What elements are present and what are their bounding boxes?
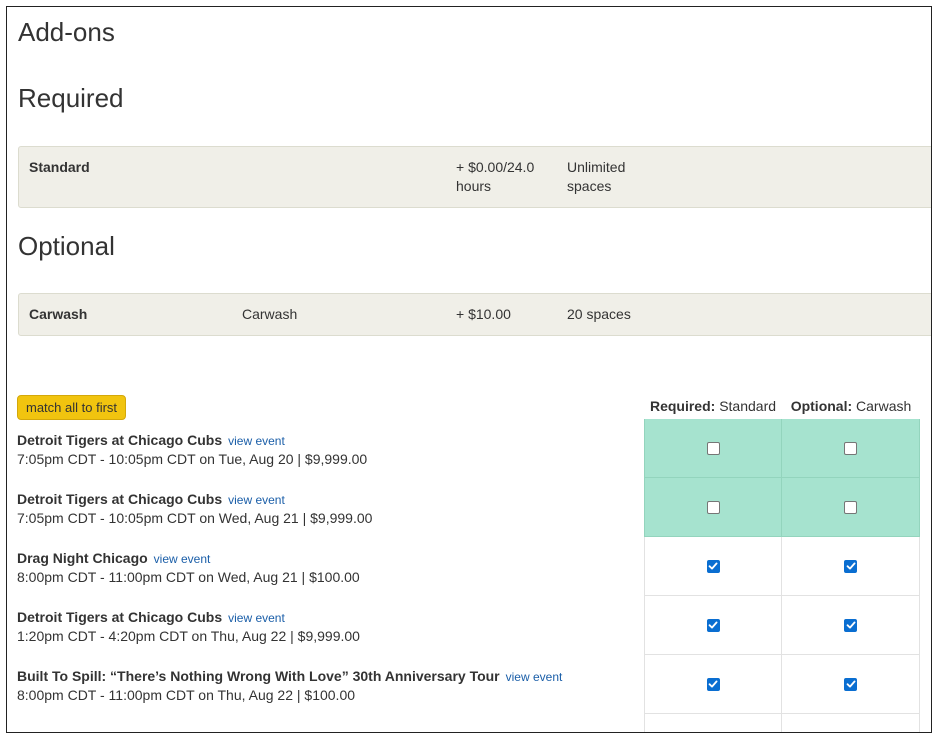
event-detail: 7:05pm CDT - 10:05pm CDT on Tue, Aug 20 …	[17, 451, 368, 467]
required-heading: Required	[18, 83, 124, 113]
view-event-link[interactable]: view event	[228, 434, 285, 448]
addon-price: + $0.00/24.0 hours	[456, 158, 534, 196]
required-addon-cell	[644, 478, 782, 537]
view-event-link[interactable]: view event	[228, 611, 285, 625]
event-title: Drag Night Chicago	[17, 550, 148, 566]
event-item: Built To Spill: “There’s Nothing Wrong W…	[17, 668, 562, 703]
event-detail: 8:00pm CDT - 11:00pm CDT on Wed, Aug 21 …	[17, 569, 360, 585]
column-prefix: Optional:	[790, 398, 853, 414]
optional-addon-cell	[782, 596, 920, 655]
view-event-link[interactable]: view event	[154, 552, 211, 566]
addon-capacity-line2: spaces	[567, 178, 612, 194]
required-addon-checkbox[interactable]	[706, 618, 720, 632]
optional-addon-checkbox[interactable]	[844, 559, 857, 573]
event-title: Detroit Tigers at Chicago Cubs	[17, 491, 223, 507]
match-all-to-first-button[interactable]: match all to first	[17, 395, 127, 420]
optional-addon-checkbox[interactable]	[844, 677, 857, 691]
grid-cell-partial	[644, 714, 782, 732]
event-item: Detroit Tigers at Chicago Cubs view event…	[17, 609, 360, 644]
addon-assignment-grid	[644, 419, 920, 732]
event-title: Detroit Tigers at Chicago Cubs	[17, 432, 223, 448]
required-addon-checkbox[interactable]	[706, 441, 720, 455]
optional-addon-cell	[782, 655, 920, 714]
required-addon-checkbox[interactable]	[706, 559, 720, 573]
column-prefix: Required:	[649, 398, 716, 414]
addon-price-line2: hours	[456, 178, 492, 194]
event-detail: 7:05pm CDT - 10:05pm CDT on Wed, Aug 21 …	[17, 510, 373, 526]
event-title-line: Built To Spill: “There’s Nothing Wrong W…	[17, 668, 562, 684]
addon-row-carwash[interactable]: Carwash Carwash + $10.00 20 spaces	[18, 293, 931, 336]
column-header-required: Required: Standard	[644, 398, 782, 414]
addon-capacity-line1: Unlimited	[567, 159, 626, 175]
addon-description: Carwash	[242, 306, 298, 322]
addon-row-standard[interactable]: Standard + $0.00/24.0 hours Unlimited sp…	[18, 146, 931, 208]
required-addon-cell	[644, 537, 782, 596]
page-title: Add-ons	[18, 17, 115, 47]
event-detail: 1:20pm CDT - 4:20pm CDT on Thu, Aug 22 |…	[17, 628, 360, 644]
event-item: Drag Night Chicago view event 8:00pm CDT -…	[17, 550, 360, 585]
event-title: Detroit Tigers at Chicago Cubs	[17, 609, 223, 625]
event-title: Built To Spill: “There’s Nothing Wrong W…	[17, 668, 500, 684]
required-addon-checkbox[interactable]	[706, 677, 720, 691]
column-header-optional: Optional: Carwash	[782, 398, 920, 414]
addon-capacity: 20 spaces	[567, 306, 631, 322]
optional-addon-checkbox[interactable]	[844, 500, 857, 514]
event-title-line: Drag Night Chicago view event	[17, 550, 360, 566]
optional-addon-cell	[782, 478, 920, 537]
required-addon-cell	[644, 419, 782, 478]
addon-price: + $10.00	[456, 306, 511, 322]
event-title-line: Detroit Tigers at Chicago Cubs view event	[17, 432, 367, 448]
required-addon-checkbox[interactable]	[706, 500, 720, 514]
view-event-link[interactable]: view event	[228, 493, 285, 507]
optional-addon-cell	[782, 537, 920, 596]
event-title-line: Detroit Tigers at Chicago Cubs view event	[17, 491, 372, 507]
optional-heading: Optional	[18, 231, 115, 261]
addon-name: Carwash	[29, 306, 88, 322]
addon-name: Standard	[29, 159, 90, 175]
event-detail: 8:00pm CDT - 11:00pm CDT on Thu, Aug 22 …	[17, 687, 356, 703]
optional-addon-checkbox[interactable]	[844, 618, 857, 632]
event-title-line: Detroit Tigers at Chicago Cubs view event	[17, 609, 360, 625]
addon-capacity: Unlimited spaces	[567, 158, 625, 196]
addon-price-line1: + $0.00/24.0	[456, 159, 535, 175]
column-name: Standard	[719, 398, 777, 414]
required-addon-cell	[644, 655, 782, 714]
view-event-link[interactable]: view event	[506, 670, 563, 684]
required-addon-cell	[644, 596, 782, 655]
optional-addon-checkbox[interactable]	[844, 441, 857, 455]
addons-panel: Add-ons Required Standard + $0.00/24.0 h…	[6, 6, 932, 733]
optional-addon-cell	[782, 419, 920, 478]
column-name: Carwash	[856, 398, 912, 414]
event-item: Detroit Tigers at Chicago Cubs view event…	[17, 432, 367, 467]
grid-cell-partial	[782, 714, 920, 732]
event-item: Detroit Tigers at Chicago Cubs view event…	[17, 491, 372, 526]
